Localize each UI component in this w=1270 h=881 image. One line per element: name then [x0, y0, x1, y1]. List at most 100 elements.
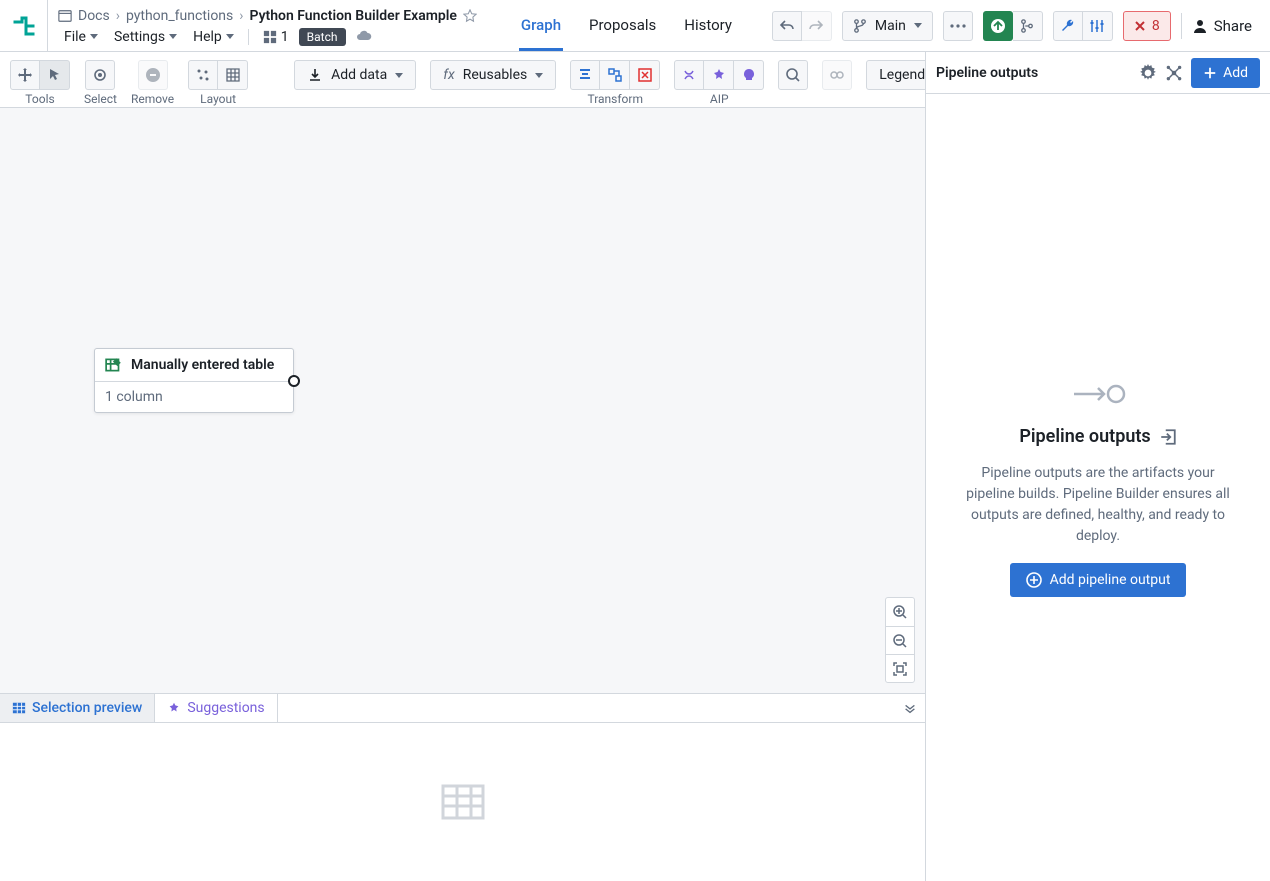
right-panel-description: Pipeline outputs are the artifacts your … [966, 463, 1230, 547]
window-icon [58, 9, 72, 23]
empty-table-icon [439, 778, 487, 826]
pan-tool[interactable] [10, 60, 40, 90]
select-button[interactable] [85, 60, 115, 90]
layout-stack: Layout [188, 60, 248, 106]
breadcrumb-folder[interactable]: python_functions [126, 8, 233, 24]
transform-stack: Transform [570, 60, 660, 106]
layout-scatter[interactable] [188, 60, 218, 90]
breadcrumb-root[interactable]: Docs [78, 8, 110, 24]
branch-icon [853, 19, 867, 33]
tab-proposals[interactable]: Proposals [587, 0, 658, 51]
deploy-group [983, 11, 1043, 41]
tools-group [1053, 11, 1113, 41]
add-button[interactable]: Add [1191, 58, 1260, 88]
right-panel-title: Pipeline outputs [936, 65, 1131, 81]
zoom-in-button[interactable] [886, 598, 914, 626]
add-pipeline-output-button[interactable]: Add pipeline output [1010, 563, 1187, 597]
transform-label: Transform [587, 92, 643, 106]
deploy-button[interactable] [983, 11, 1013, 41]
transform-2[interactable] [600, 60, 630, 90]
transform-3[interactable] [630, 60, 660, 90]
collapse-panel-button[interactable] [895, 694, 925, 722]
node-header[interactable]: Manually entered table [95, 349, 293, 382]
undo-redo-group [772, 11, 832, 41]
aip-stack: AIP [674, 60, 764, 106]
transform-1[interactable] [570, 60, 600, 90]
reusables-button[interactable]: fx Reusables [430, 60, 556, 90]
tab-graph[interactable]: Graph [519, 0, 563, 51]
right-panel-body: Pipeline outputs Pipeline outputs are th… [926, 94, 1270, 881]
center-tabs: Graph Proposals History [519, 0, 734, 51]
caret-icon [395, 73, 403, 78]
aip-1[interactable] [674, 60, 704, 90]
person-icon [1192, 18, 1208, 34]
branch-dropdown[interactable]: Main [842, 11, 933, 41]
caret-icon [535, 73, 543, 78]
menu-help[interactable]: Help [187, 26, 240, 48]
wrench-button[interactable] [1053, 11, 1083, 41]
redo-button[interactable] [802, 11, 832, 41]
menu-count[interactable]: 1 [257, 26, 295, 48]
add-data-button[interactable]: Add data [294, 60, 416, 90]
breadcrumb: Docs › python_functions › Python Functio… [58, 8, 477, 24]
deploy-branch-button[interactable] [1013, 11, 1043, 41]
layout-label: Layout [200, 92, 236, 106]
tab-suggestions[interactable]: Suggestions [155, 694, 277, 722]
grid-icon [263, 30, 277, 44]
menu-file[interactable]: File [58, 26, 104, 48]
link-button[interactable] [822, 60, 852, 90]
select-stack: Select [84, 60, 117, 106]
divider [1181, 13, 1182, 39]
table-icon [12, 701, 26, 715]
aip-label: AIP [710, 92, 729, 106]
gear-icon[interactable] [1139, 64, 1157, 82]
right-panel: Pipeline outputs Add Pipeline outputs Pi… [925, 52, 1270, 881]
node-subtitle: 1 column [95, 382, 293, 412]
layout-grid[interactable] [218, 60, 248, 90]
graph-node[interactable]: Manually entered table 1 column [94, 348, 294, 413]
download-icon [307, 67, 323, 83]
cloud-icon[interactable] [356, 29, 372, 45]
plus-icon [1203, 66, 1217, 80]
table-edit-icon [105, 356, 123, 374]
breadcrumb-sep: › [239, 8, 243, 24]
plus-circle-icon [1026, 572, 1042, 588]
fx-icon: fx [443, 67, 454, 83]
search-button[interactable] [778, 60, 808, 90]
aip-2[interactable] [704, 60, 734, 90]
canvas[interactable]: Manually entered table 1 column [0, 108, 925, 693]
breadcrumb-area: Docs › python_functions › Python Functio… [48, 0, 489, 51]
output-illustration-icon [1070, 378, 1126, 410]
graph-icon[interactable] [1165, 64, 1183, 82]
tab-history[interactable]: History [682, 0, 734, 51]
errors-button[interactable]: 8 [1123, 11, 1171, 41]
zoom-fit-button[interactable] [886, 654, 914, 682]
menu-settings[interactable]: Settings [108, 26, 183, 48]
undo-button[interactable] [772, 11, 802, 41]
star-icon[interactable] [463, 9, 477, 23]
zoom-controls [885, 597, 915, 683]
tab-selection-preview[interactable]: Selection preview [0, 694, 155, 722]
batch-badge[interactable]: Batch [299, 28, 346, 46]
caret-icon [169, 34, 177, 39]
aip-3[interactable] [734, 60, 764, 90]
select-label: Select [84, 92, 117, 106]
node-output-port[interactable] [288, 375, 300, 387]
app-logo[interactable] [0, 0, 48, 51]
sparkle-icon [167, 701, 181, 715]
share-button[interactable]: Share [1192, 17, 1252, 35]
bottom-tabs: Selection preview Suggestions [0, 693, 925, 723]
sliders-button[interactable] [1083, 11, 1113, 41]
node-title: Manually entered table [131, 357, 274, 373]
more-button[interactable] [943, 11, 973, 41]
tools-stack: Tools [10, 60, 70, 106]
breadcrumb-current[interactable]: Python Function Builder Example [249, 8, 456, 24]
remove-stack: Remove [131, 60, 174, 106]
right-panel-header: Pipeline outputs Add [926, 52, 1270, 94]
pointer-tool[interactable] [40, 60, 70, 90]
zoom-out-button[interactable] [886, 626, 914, 654]
tools-label: Tools [25, 92, 54, 106]
remove-button[interactable] [138, 60, 168, 90]
topbar: Docs › python_functions › Python Functio… [0, 0, 1270, 52]
topbar-right: Main 8 Share [772, 0, 1270, 51]
